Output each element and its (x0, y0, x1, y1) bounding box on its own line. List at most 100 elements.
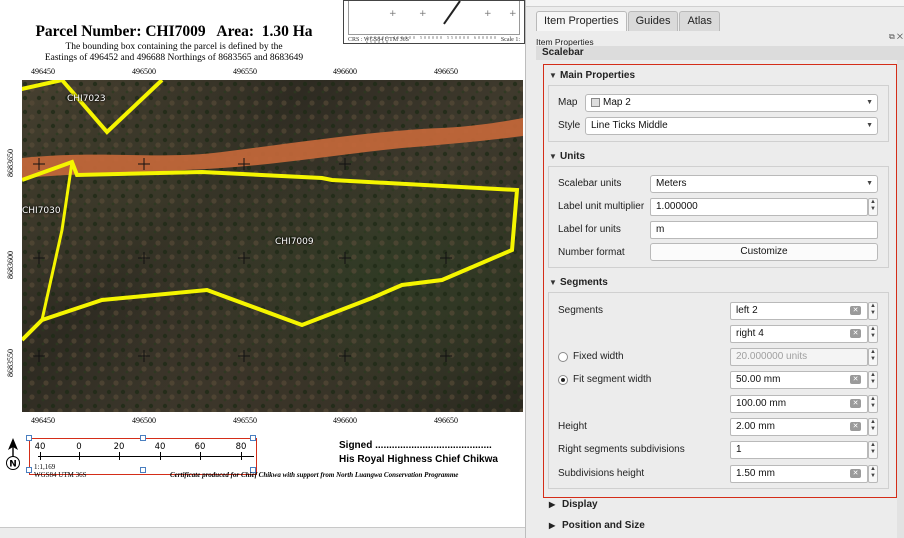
overview-map[interactable]: + + + + 400000 450000 500000 550000 6000… (343, 0, 525, 45)
segments-right-spinner[interactable]: ▲ ▼ (868, 325, 878, 343)
multiplier-spinner[interactable]: ▲ ▼ (868, 198, 878, 216)
tab-guides[interactable]: Guides (627, 11, 679, 31)
crs-text: WGS84 UTM 36S (34, 471, 87, 479)
group-units[interactable]: ▼ Units (549, 151, 585, 162)
collapse-arrow-icon: ▼ (549, 71, 557, 80)
easting-label-top: 496650 (434, 67, 458, 76)
subtitle-line: Eastings of 496452 and 496688 Northings … (44, 53, 304, 63)
height-input[interactable]: 2.00 mm ✕ (730, 418, 868, 436)
fixed-width-input[interactable]: 20.000000 units (730, 348, 868, 366)
resize-handle[interactable] (26, 467, 32, 473)
tab-item-properties[interactable]: Item Properties (536, 11, 627, 31)
label-unit-multiplier-input[interactable]: 1.000000 (650, 198, 868, 216)
easting-label-bottom: 496500 (132, 416, 156, 425)
scalebar-label: 80 (235, 442, 247, 452)
fixed-width-radio[interactable] (558, 352, 568, 362)
scalebar-units-combobox[interactable]: Meters ▼ (650, 175, 878, 193)
tab-atlas[interactable]: Atlas (679, 11, 720, 31)
right-subdivisions-input[interactable]: 1 (730, 441, 868, 459)
segments-left-spinner[interactable]: ▲ ▼ (868, 302, 878, 320)
style-combobox-value: Line Ticks Middle (591, 120, 668, 131)
scalebar-tick (241, 452, 242, 460)
subdivisions-height-input[interactable]: 1.50 mm ✕ (730, 465, 868, 483)
north-arrow-icon: N (6, 438, 20, 470)
page-title[interactable]: Parcel Number: CHI7009 Area: 1.30 Ha (0, 23, 348, 41)
group-title: Main Properties (560, 70, 636, 81)
northing-label: 8683650 (6, 149, 15, 177)
customize-button[interactable]: Customize (650, 243, 878, 261)
scalebar-line (38, 456, 254, 457)
expand-arrow-icon: ▶ (549, 500, 556, 509)
layout-canvas[interactable]: + + + + 400000 450000 500000 550000 6000… (0, 0, 525, 538)
scale-ratio-text: 1:1,169 (34, 463, 56, 471)
overview-grid-cross: + (509, 9, 517, 19)
group-segments[interactable]: ▼ Segments (549, 277, 608, 288)
group-title: Segments (560, 277, 608, 288)
dock-vertical-scrollbar[interactable] (897, 60, 904, 538)
map-item-icon (591, 97, 600, 107)
fixed-width-label[interactable]: Fixed width (573, 351, 624, 362)
segments-left-input[interactable]: left 2 ✕ (730, 302, 868, 320)
easting-label-top: 496600 (333, 67, 357, 76)
resize-handle[interactable] (250, 435, 256, 441)
style-combobox[interactable]: Line Ticks Middle ▼ (585, 117, 878, 135)
easting-label-top: 496450 (31, 67, 55, 76)
map-imagery (22, 80, 523, 412)
segments-label: Segments (558, 305, 604, 316)
subdivisions-height-spinner[interactable]: ▲ ▼ (868, 465, 878, 483)
overview-scale: Scale 1: (500, 37, 520, 43)
fit-min-spinner[interactable]: ▲ ▼ (868, 371, 878, 389)
fit-max-width-input[interactable]: 100.00 mm ✕ (730, 395, 868, 413)
resize-handle[interactable] (140, 467, 146, 473)
signed-line[interactable]: Signed .................................… (339, 440, 492, 451)
north-label: N (9, 460, 17, 470)
selected-scalebar[interactable]: 40 0 20 40 60 80 (26, 435, 257, 475)
right-subdivisions-spinner[interactable]: ▲ ▼ (868, 441, 878, 459)
clear-icon[interactable]: ✕ (850, 306, 861, 315)
canvas-horizontal-scrollbar[interactable] (0, 527, 525, 538)
clear-icon[interactable]: ✕ (850, 422, 861, 431)
group-display[interactable]: ▶ Display (549, 499, 598, 510)
scalebar-label: 60 (194, 442, 206, 452)
height-value: 2.00 mm (736, 421, 775, 432)
scalebar-tick (160, 452, 161, 460)
dock-tabbar: Item Properties Guides Atlas (536, 11, 721, 31)
group-main-properties[interactable]: ▼ Main Properties (549, 70, 635, 81)
fit-max-spinner[interactable]: ▲ ▼ (868, 395, 878, 413)
north-arrow[interactable]: N (5, 438, 21, 474)
segments-right-input[interactable]: right 4 ✕ (730, 325, 868, 343)
fit-segment-width-label[interactable]: Fit segment width (573, 374, 651, 385)
map-combobox[interactable]: Map 2 ▼ (585, 94, 878, 112)
chief-name[interactable]: His Royal Highness Chief Chikwa (339, 454, 498, 465)
easting-label-bottom: 496450 (31, 416, 55, 425)
page-subtitle[interactable]: The bounding box containing the parcel i… (30, 42, 318, 64)
scalebar-tick (79, 452, 80, 460)
certificate-note[interactable]: Certificate produced for Chief Chikwa wi… (170, 471, 458, 479)
label-for-units-input[interactable]: m (650, 221, 878, 239)
panel-window-buttons[interactable]: ⧉ ✕ (889, 32, 903, 42)
right-subdivisions-label: Right segments subdivisions (558, 444, 685, 455)
parcel-label-chi7023: CHI7023 (67, 94, 106, 104)
fixed-width-spinner[interactable]: ▲ ▼ (868, 348, 878, 366)
fit-segment-width-radio[interactable] (558, 375, 568, 385)
easting-label-bottom: 496550 (233, 416, 257, 425)
clear-icon[interactable]: ✕ (850, 399, 861, 408)
clear-icon[interactable]: ✕ (850, 375, 861, 384)
fit-min-width-input[interactable]: 50.00 mm ✕ (730, 371, 868, 389)
clear-icon[interactable]: ✕ (850, 469, 861, 478)
main-map[interactable]: CHI7023 CHI7030 CHI7009 (22, 80, 523, 412)
scalebar-tick (200, 452, 201, 460)
scalebar-label: 40 (34, 442, 46, 452)
map-label: Map (558, 97, 578, 108)
scalebar-units-label: Scalebar units (558, 178, 622, 189)
group-title: Position and Size (562, 520, 645, 531)
label-for-units-label: Label for units (558, 224, 621, 235)
resize-handle[interactable] (140, 435, 146, 441)
number-format-label: Number format (558, 247, 625, 258)
overview-grid-cross: + (389, 9, 397, 19)
clear-icon[interactable]: ✕ (850, 329, 861, 338)
height-spinner[interactable]: ▲ ▼ (868, 418, 878, 436)
easting-label-top: 496500 (132, 67, 156, 76)
group-position-size[interactable]: ▶ Position and Size (549, 520, 645, 531)
resize-handle[interactable] (26, 435, 32, 441)
